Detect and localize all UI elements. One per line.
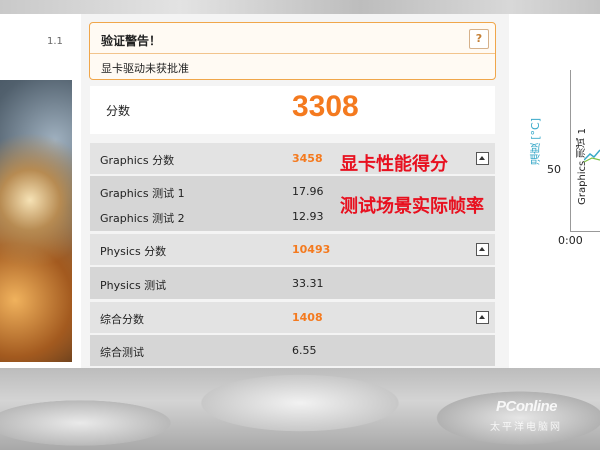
row-value: 17.96 bbox=[292, 185, 324, 198]
watermark-logo: PConline bbox=[496, 398, 558, 415]
warning-title: 验证警告！ bbox=[101, 34, 162, 48]
combined-test-row: 综合测试 6.55 bbox=[90, 335, 495, 366]
warning-message: 显卡驱动未获批准 bbox=[101, 62, 189, 75]
annotation-graphics-score: 显卡性能得分 bbox=[340, 154, 448, 175]
row-label: Graphics 测试 2 bbox=[100, 212, 185, 225]
expand-icon[interactable] bbox=[476, 152, 489, 165]
row-value: 6.55 bbox=[292, 344, 317, 357]
overall-score: 分数 3308 bbox=[90, 86, 495, 134]
chart-tick: 50 bbox=[547, 163, 561, 176]
physics-test-row: Physics 测试 33.31 bbox=[90, 267, 495, 299]
score-label: 分数 bbox=[106, 104, 131, 118]
validation-warning: 验证警告！ ? 显卡驱动未获批准 bbox=[89, 22, 496, 80]
row-value: 1408 bbox=[292, 311, 323, 324]
help-button[interactable]: ? bbox=[469, 29, 489, 49]
row-label: Graphics 测试 1 bbox=[100, 187, 185, 200]
physics-score-row: Physics 分数 10493 bbox=[90, 234, 495, 265]
row-label: Physics 分数 bbox=[100, 245, 167, 258]
row-value: 33.31 bbox=[292, 277, 324, 290]
annotation-fps: 测试场景实际帧率 bbox=[340, 196, 484, 217]
chart-tick: 0:00 bbox=[558, 234, 583, 247]
chart-series-line bbox=[584, 149, 600, 163]
combined-score-row: 综合分数 1408 bbox=[90, 302, 495, 333]
row-value: 10493 bbox=[292, 243, 331, 256]
chart-y-label: 温度 [°C] bbox=[529, 118, 542, 166]
row-label: 综合分数 bbox=[100, 313, 144, 326]
expand-icon[interactable] bbox=[476, 311, 489, 324]
chart-y-axis bbox=[570, 70, 571, 232]
watermark-subtitle: 太平洋电脑网 bbox=[490, 422, 562, 433]
row-label: Physics 测试 bbox=[100, 279, 167, 292]
version-label: 1.1 bbox=[47, 36, 63, 47]
row-label: Graphics 分数 bbox=[100, 154, 175, 167]
warning-divider bbox=[90, 53, 495, 54]
score-value: 3308 bbox=[292, 90, 359, 123]
row-label: 综合测试 bbox=[100, 346, 144, 359]
chart-x-axis bbox=[570, 231, 600, 232]
game-artwork bbox=[0, 80, 72, 362]
row-value: 12.93 bbox=[292, 210, 324, 223]
background-top bbox=[0, 0, 600, 14]
row-value: 3458 bbox=[292, 152, 323, 165]
expand-icon[interactable] bbox=[476, 243, 489, 256]
